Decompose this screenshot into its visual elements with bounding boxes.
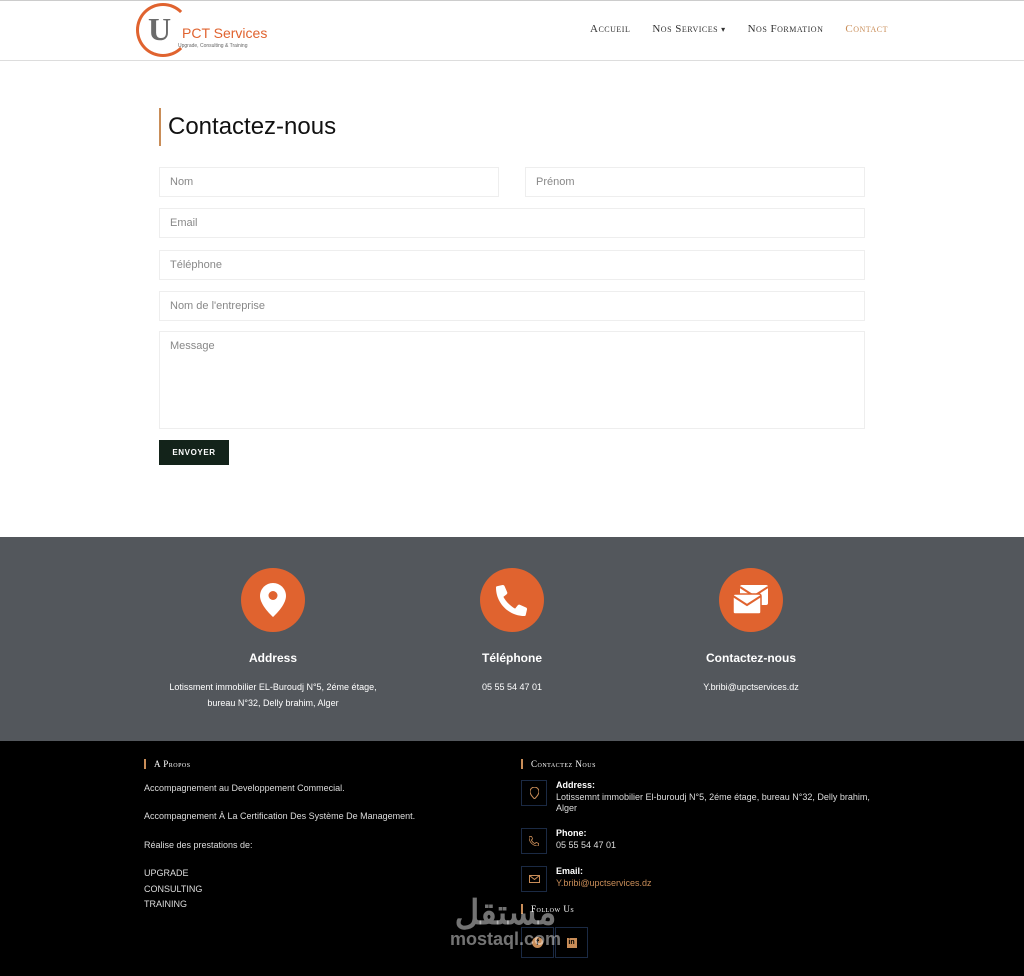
watermark: مستقل mostaql.com: [450, 895, 561, 950]
phone-title: Téléphone: [481, 651, 542, 665]
phone-block: Téléphone 05 55 54 47 01: [392, 568, 632, 695]
prenom-field[interactable]: Prénom: [525, 167, 865, 197]
chevron-down-icon: ▾: [721, 25, 726, 34]
address-text: Lotissment immobilier EL-Buroudj N°5, 2é…: [169, 682, 377, 708]
footer-email-label: Email:: [556, 866, 584, 876]
footer-phone-value[interactable]: 05 55 54 47 01: [556, 840, 876, 851]
watermark-arabic: مستقل: [454, 894, 557, 932]
page-title-block: Contactez-nous: [159, 108, 336, 146]
map-pin-icon: [241, 568, 305, 632]
footer-phone-label: Phone:: [556, 828, 587, 838]
about-upgrade: UPGRADE: [144, 868, 189, 878]
company-field[interactable]: Nom de l'entreprise: [159, 291, 865, 321]
site-header: U PCT Services Upgrade, Consulting & Tra…: [0, 0, 1024, 61]
about-consulting: CONSULTING: [144, 884, 203, 894]
envelope-icon: [521, 866, 547, 892]
envelopes-icon: [719, 568, 783, 632]
map-pin-icon: [521, 780, 547, 806]
logo-name: PCT Services: [182, 25, 268, 41]
main-nav: Accueil Nos Services ▾ Nos Formation Cont…: [590, 23, 888, 35]
logo-letter: U: [148, 11, 172, 47]
watermark-latin: mostaql.com: [450, 929, 562, 949]
about-line-1: Accompagnement au Developpement Commecia…: [144, 783, 345, 793]
phone-icon: [480, 568, 544, 632]
nav-accueil[interactable]: Accueil: [590, 23, 630, 35]
site-logo[interactable]: U PCT Services Upgrade, Consulting & Tra…: [136, 3, 268, 59]
footer-email-link[interactable]: Y.bribi@upctservices.dz: [556, 878, 876, 889]
about-heading: A Propos: [144, 759, 191, 769]
about-training: TRAINING: [144, 899, 188, 909]
address-block: Address Lotissment immobilier EL-Buroudj…: [153, 568, 393, 711]
phone-icon: [521, 828, 547, 854]
contact-title: Contactez-nous: [706, 651, 796, 665]
email-field[interactable]: Email: [159, 208, 865, 238]
nav-contact[interactable]: Contact: [845, 23, 888, 35]
message-field[interactable]: Message: [159, 331, 865, 429]
nav-nos-services[interactable]: Nos Services ▾: [652, 23, 725, 35]
page-title: Contactez-nous: [168, 113, 337, 140]
about-line-2: Accompagnement À La Certification Des Sy…: [144, 811, 416, 821]
contact-info-band: Address Lotissment immobilier EL-Buroudj…: [0, 537, 1024, 741]
logo-tagline: Upgrade, Consulting & Training: [178, 43, 248, 49]
telephone-field[interactable]: Téléphone: [159, 250, 865, 280]
send-button[interactable]: ENVOYER: [159, 440, 229, 465]
about-line-3: Réalise des prestations de:: [144, 840, 253, 850]
nav-nos-services-label: Nos Services: [652, 23, 719, 35]
phone-text[interactable]: 05 55 54 47 01: [392, 679, 632, 695]
linkedin-icon: in: [566, 937, 577, 948]
nav-nos-formation[interactable]: Nos Formation: [748, 23, 824, 35]
contact-email[interactable]: Y.bribi@upctservices.dz: [631, 679, 871, 695]
nom-field[interactable]: Nom: [159, 167, 499, 197]
footer-address-label: Address:: [556, 780, 596, 790]
email-block: Contactez-nous Y.bribi@upctservices.dz: [631, 568, 871, 695]
footer-address-value: Lotissemnt immobilier El-buroudj N°5, 2é…: [556, 792, 870, 813]
contact-heading: Contactez Nous: [521, 759, 596, 769]
address-title: Address: [248, 651, 298, 665]
